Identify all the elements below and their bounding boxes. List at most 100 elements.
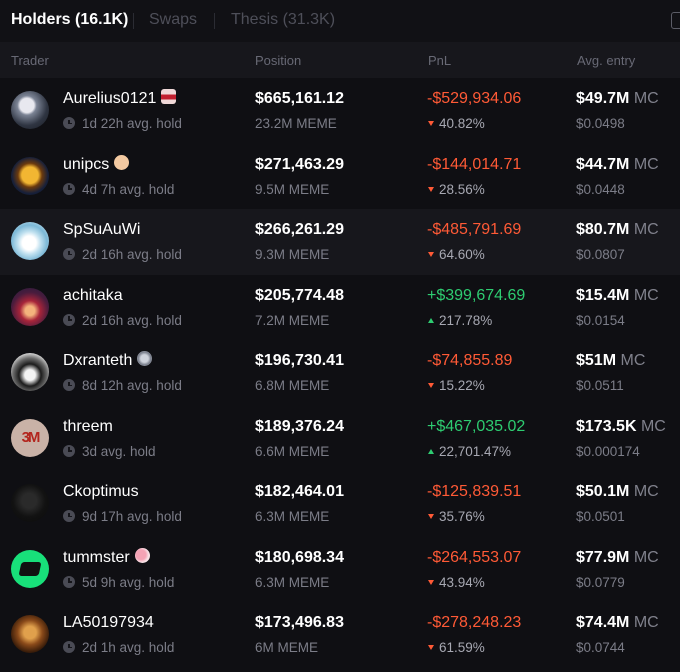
tab-thesis[interactable]: Thesis (31.3K) [231, 11, 335, 29]
column-header-position[interactable]: Position [255, 53, 301, 68]
column-header-trader[interactable]: Trader [11, 53, 49, 68]
pnl-value: -$125,839.51 [427, 483, 522, 500]
pnl-value: +$399,674.69 [427, 286, 526, 304]
trader-name[interactable]: achitaka [63, 287, 123, 305]
triangle-down-icon [428, 186, 434, 192]
pnl-percent: 43.94% [428, 575, 485, 590]
entry-market-cap: $77.9M MC [576, 548, 659, 566]
table-header: Trader Position PnL Avg. entry [0, 42, 680, 78]
pnl-value: +$467,035.02 [427, 417, 526, 435]
table-row[interactable]: 3M threem 3d avg. hold $189,376.24 6.6M … [0, 406, 680, 472]
avg-hold: 5d 9h avg. hold [63, 575, 174, 590]
clock-icon [63, 117, 75, 129]
table-row[interactable]: SpSuAuWi 2d 16h avg. hold $266,261.29 9.… [0, 209, 680, 275]
holders-table: Aurelius0121 1d 22h avg. hold $665,161.1… [0, 78, 680, 668]
coin-emoji-icon [137, 351, 153, 367]
triangle-down-icon [428, 645, 434, 650]
table-row[interactable]: tummster 5d 9h avg. hold $180,698.34 6.3… [0, 537, 680, 603]
pnl-sign: + [427, 417, 437, 435]
avatar[interactable] [11, 353, 49, 391]
position-usd: $182,464.01 [255, 483, 344, 500]
position-usd: $266,261.29 [255, 221, 344, 238]
avatar[interactable] [11, 156, 49, 195]
avg-hold: 2d 16h avg. hold [63, 247, 182, 262]
position-tokens: 6.3M MEME [255, 574, 330, 590]
avg-hold: 2d 1h avg. hold [63, 640, 174, 655]
lips-emoji-icon [161, 89, 177, 105]
entry-price: $0.0154 [576, 312, 625, 328]
trader-name[interactable]: Ckoptimus [63, 483, 139, 501]
clock-icon [63, 510, 75, 522]
trader-name[interactable]: unipcs [63, 154, 130, 174]
clock-icon [63, 379, 75, 391]
column-header-avg-entry[interactable]: Avg. entry [577, 53, 635, 68]
triangle-up-icon [428, 317, 434, 323]
entry-market-cap: $49.7M MC [576, 90, 659, 107]
clock-icon [63, 313, 75, 326]
avatar[interactable]: 3M [11, 418, 49, 457]
pnl-percent: 40.82% [428, 116, 485, 131]
table-row[interactable]: LA50197934 2d 1h avg. hold $173,496.83 6… [0, 602, 680, 668]
pnl-percent: 22,701.47% [428, 444, 511, 459]
pnl-percent: 217.78% [428, 313, 492, 328]
trader-name[interactable]: LA50197934 [63, 614, 154, 632]
table-row[interactable]: Ckoptimus 9d 17h avg. hold $182,464.01 6… [0, 471, 680, 537]
entry-market-cap: $74.4M MC [576, 614, 659, 631]
avg-hold: 1d 22h avg. hold [63, 116, 182, 131]
pnl-value: -$529,934.06 [427, 90, 522, 107]
trader-name[interactable]: threem [63, 418, 113, 436]
avg-hold: 4d 7h avg. hold [63, 182, 174, 197]
position-usd: $271,463.29 [255, 155, 344, 173]
entry-price: $0.000174 [576, 443, 640, 459]
column-header-pnl[interactable]: PnL [428, 53, 451, 68]
triangle-down-icon [428, 514, 434, 519]
avatar[interactable] [11, 91, 49, 129]
avatar[interactable] [11, 222, 49, 260]
clock-icon [63, 641, 75, 653]
trader-name[interactable]: SpSuAuWi [63, 221, 140, 239]
avatar[interactable] [11, 484, 49, 522]
entry-market-cap: $80.7M MC [576, 221, 659, 238]
position-tokens: 6M MEME [255, 640, 319, 655]
pnl-percent: 64.60% [428, 247, 485, 262]
avatar[interactable] [11, 287, 49, 326]
triangle-down-icon [428, 579, 434, 585]
table-row[interactable]: Dxranteth 8d 12h avg. hold $196,730.41 6… [0, 340, 680, 406]
tab-holders[interactable]: Holders (16.1K) [11, 11, 128, 29]
position-tokens: 9.3M MEME [255, 247, 330, 262]
triangle-down-icon [428, 252, 434, 257]
position-usd: $173,496.83 [255, 614, 344, 631]
window-icon[interactable] [671, 12, 680, 29]
avatar-logo-icon [18, 561, 42, 576]
entry-price: $0.0498 [576, 116, 625, 131]
table-row[interactable]: achitaka 2d 16h avg. hold $205,774.48 7.… [0, 275, 680, 341]
pnl-percent: 35.76% [428, 509, 485, 524]
pnl-percent: 28.56% [428, 182, 485, 197]
entry-market-cap: $51M MC [576, 352, 646, 369]
position-tokens: 6.8M MEME [255, 378, 330, 393]
clock-icon [63, 182, 75, 195]
position-tokens: 6.3M MEME [255, 509, 330, 524]
pnl-value: -$74,855.89 [427, 352, 513, 369]
trader-name[interactable]: Dxranteth [63, 351, 153, 370]
entry-market-cap: $15.4M MC [576, 286, 659, 304]
clock-icon [63, 575, 75, 588]
position-tokens: 23.2M MEME [255, 116, 337, 131]
position-tokens: 7.2M MEME [255, 312, 330, 328]
entry-price: $0.0807 [576, 247, 625, 262]
avatar[interactable] [11, 549, 49, 588]
table-row[interactable]: Aurelius0121 1d 22h avg. hold $665,161.1… [0, 78, 680, 144]
entry-market-cap: $44.7M MC [576, 155, 659, 173]
entry-market-cap: $50.1M MC [576, 483, 659, 500]
entry-price: $0.0501 [576, 509, 625, 524]
pnl-percent: 15.22% [428, 378, 485, 393]
trader-name[interactable]: tummster [63, 547, 150, 567]
position-usd: $180,698.34 [255, 548, 344, 566]
trader-name[interactable]: Aurelius0121 [63, 89, 177, 108]
triangle-down-icon [428, 121, 434, 126]
pnl-value: -$278,248.23 [427, 614, 522, 631]
tab-swaps[interactable]: Swaps [149, 11, 197, 29]
table-row[interactable]: unipcs 4d 7h avg. hold $271,463.29 9.5M … [0, 144, 680, 210]
entry-price: $0.0779 [576, 574, 625, 590]
avatar[interactable] [11, 615, 49, 653]
